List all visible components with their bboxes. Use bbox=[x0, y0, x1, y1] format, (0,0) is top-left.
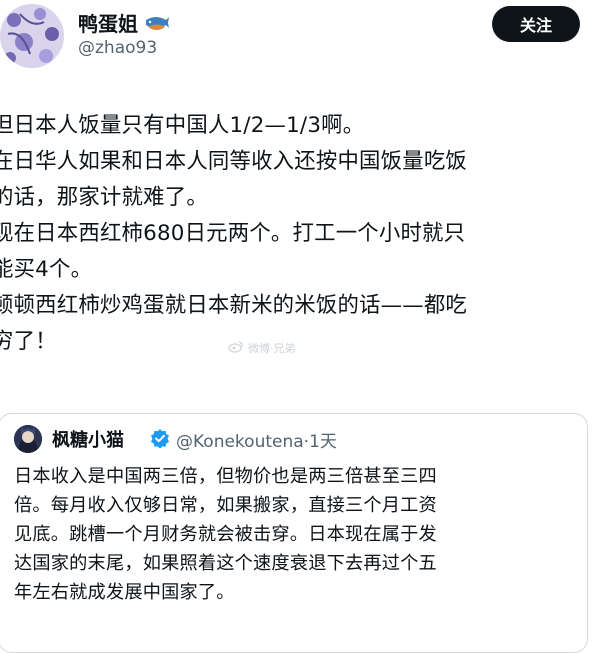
quote-line: 倍。每月收入仅够日常，如果搬家，直接三个月工资 bbox=[14, 495, 437, 516]
quote-author-meta[interactable]: @Konekoutena·1天 bbox=[176, 427, 337, 452]
quote-line: 年左右就成发展中国家了。 bbox=[14, 582, 235, 603]
quote-time: ·1天 bbox=[303, 432, 337, 452]
fish-emoji-icon bbox=[144, 14, 170, 32]
post-line: 顿顿西红柿炒鸡蛋就日本新米的米饭的话——都吃 bbox=[0, 293, 467, 318]
quote-text: 日本收入是中国两三倍，但物价也是两三倍甚至三四 倍。每月收入仅够日常，如果搬家，… bbox=[14, 462, 586, 607]
quote-line: 日本收入是中国两三倍，但物价也是两三倍甚至三四 bbox=[14, 466, 437, 487]
quote-line: 见底。跳槽一个月财务就会被击穿。日本现在属于发 bbox=[14, 524, 437, 545]
quote-author-name[interactable]: 枫糖小猫 bbox=[52, 426, 124, 452]
quote-author-avatar[interactable] bbox=[14, 425, 42, 453]
post-line: 能买4个。 bbox=[0, 257, 93, 282]
author-avatar[interactable] bbox=[0, 4, 64, 68]
weibo-logo-icon bbox=[228, 340, 244, 356]
post-line: 在日华人如果和日本人同等收入还按中国饭量吃饭 bbox=[0, 149, 467, 174]
post-line: 的话，那家计就难了。 bbox=[0, 185, 208, 210]
watermark: 微博·兄弟 bbox=[228, 340, 296, 356]
post-text: 但日本人饭量只有中国人1/2—1/3啊。 在日华人如果和日本人同等收入还按中国饭… bbox=[0, 108, 596, 360]
watermark-text: 微博·兄弟 bbox=[248, 342, 296, 355]
follow-button[interactable]: 关注 bbox=[492, 6, 580, 42]
author-name-row[interactable]: 鸭蛋姐 bbox=[78, 8, 170, 37]
post-line: 现在日本西红柿680日元两个。打工一个小时就只 bbox=[0, 221, 466, 246]
post-line: 穷了！ bbox=[0, 329, 57, 354]
author-name[interactable]: 鸭蛋姐 bbox=[78, 8, 138, 37]
quote-line: 达国家的末尾，如果照着这个速度衰退下去再过个五 bbox=[14, 553, 437, 574]
verified-badge-icon bbox=[150, 428, 170, 449]
quote-author-handle[interactable]: @Konekoutena bbox=[176, 432, 304, 452]
post-line: 但日本人饭量只有中国人1/2—1/3啊。 bbox=[0, 113, 365, 138]
author-handle[interactable]: @zhao93 bbox=[78, 38, 157, 58]
